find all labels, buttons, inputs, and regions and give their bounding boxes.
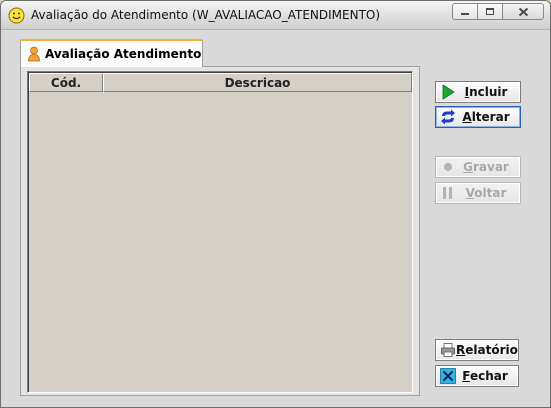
maximize-icon (486, 8, 494, 15)
tab-avaliacao-atendimento[interactable]: Avaliação Atendimento (20, 39, 203, 67)
fechar-label: Fechar (462, 369, 508, 383)
play-icon (442, 84, 455, 100)
refresh-icon (441, 109, 455, 125)
voltar-label: Voltar (465, 186, 507, 200)
incluir-button[interactable]: Incluir (435, 81, 521, 103)
alterar-label: Alterar (462, 110, 510, 124)
record-icon (444, 163, 452, 171)
pause-icon (443, 187, 452, 199)
title-bar[interactable]: Avaliação do Atendimento (W_AVALIACAO_AT… (1, 1, 550, 30)
window-controls (452, 3, 544, 20)
relatorio-label: Relatório (456, 343, 518, 357)
smiley-app-icon (8, 7, 25, 24)
column-header-descricao[interactable]: Descricao (103, 73, 412, 92)
close-x-icon (440, 368, 456, 384)
tab-label: Avaliação Atendimento (45, 47, 202, 61)
gravar-label: Gravar (463, 160, 509, 174)
printer-icon (441, 343, 455, 357)
close-button[interactable] (502, 3, 544, 20)
voltar-button[interactable]: Voltar (435, 182, 521, 204)
gravar-button[interactable]: Gravar (435, 156, 521, 178)
tab-panel: Cód. Descricao (20, 66, 420, 396)
maximize-button[interactable] (477, 3, 503, 20)
close-icon (518, 7, 528, 16)
grid-header: Cód. Descricao (29, 73, 412, 92)
app-window: Avaliação do Atendimento (W_AVALIACAO_AT… (0, 0, 551, 408)
column-header-cod[interactable]: Cód. (29, 73, 103, 92)
alterar-button[interactable]: Alterar (435, 106, 521, 128)
minimize-icon (461, 12, 469, 15)
minimize-button[interactable] (452, 3, 478, 20)
person-icon (28, 46, 40, 62)
fechar-button[interactable]: Fechar (435, 365, 519, 387)
incluir-label: Incluir (464, 85, 508, 99)
relatorio-button[interactable]: Relatório (435, 339, 519, 361)
window-title: Avaliação do Atendimento (W_AVALIACAO_AT… (31, 8, 381, 22)
data-grid[interactable]: Cód. Descricao (27, 71, 413, 393)
